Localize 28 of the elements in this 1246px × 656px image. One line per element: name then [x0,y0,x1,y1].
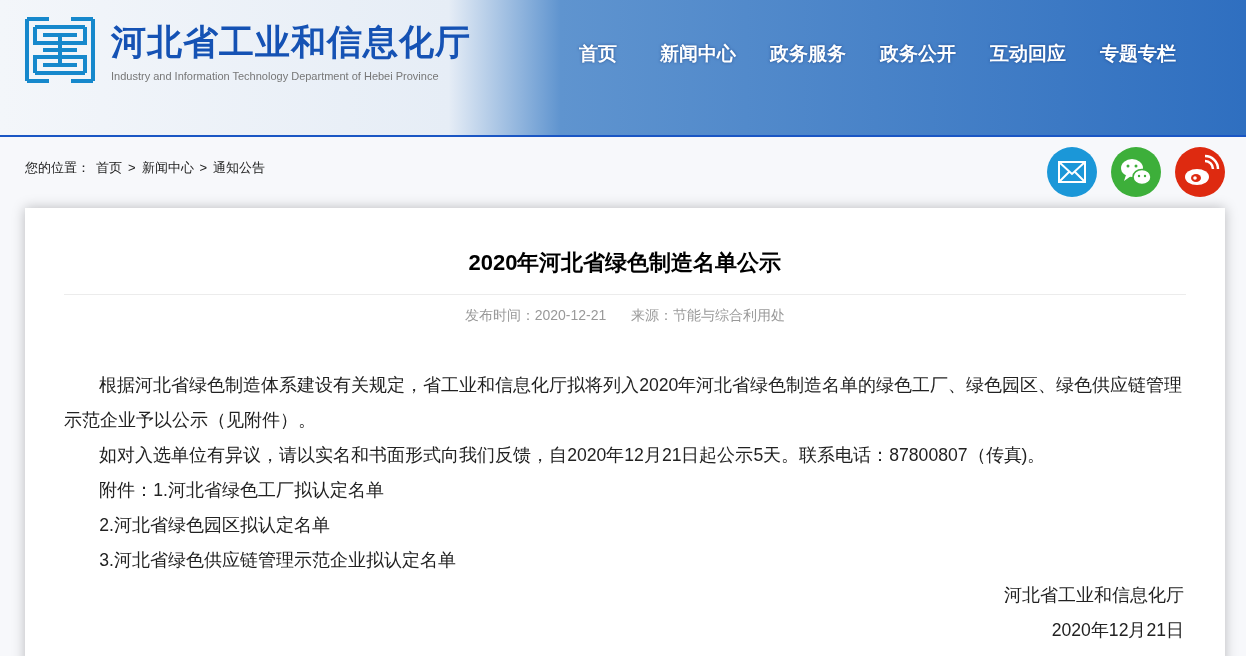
breadcrumb-link[interactable]: 新闻中心 [141,158,194,178]
nav-link[interactable]: 首页 [553,40,643,69]
article-paragraph: 3.河北省绿色供应链管理示范企业拟认定名单 [98,549,457,572]
article-source: 来源：节能与综合利用处 [631,306,786,325]
breadcrumb-link[interactable]: 首页 [96,158,122,178]
signature-line: 2020年12月21日 [1050,619,1185,642]
nav-link[interactable]: 互动回应 [973,40,1083,69]
nav-link[interactable]: 政务公开 [863,40,973,69]
article-paragraph: 2.河北省绿色园区拟认定名单 [98,514,331,537]
weibo-icon[interactable] [1175,147,1225,197]
chat-bubbles-icon[interactable] [1111,147,1161,197]
breadcrumb-link[interactable]: 通知公告 [213,158,266,178]
breadcrumb-label: 您的位置： [25,159,90,178]
signature-line: 河北省工业和信息化厅 [1003,584,1185,607]
article-paragraph: 附件：1.河北省绿色工厂拟认定名单 [98,479,385,502]
nav-link[interactable]: 专题专栏 [1083,40,1193,69]
publish-date: 发布时间：2020-12-21 [464,306,607,325]
breadcrumb-separator: > [128,159,136,178]
article-title: 2020年河北省绿色制造名单公示 [467,249,783,277]
article-paragraph: 如对入选单位有异议，请以实名和书面形式向我们反馈，自2020年12月21日起公示5天。联系电话：87800807（传真)。 [98,444,1047,467]
mail-icon[interactable] [1047,147,1097,197]
nav-link[interactable]: 政务服务 [753,40,863,69]
breadcrumb-separator: > [199,159,208,178]
nav-link[interactable]: 新闻中心 [643,40,753,69]
site-title: 河北省工业和信息化厅 [111,21,471,63]
article-paragraph: 根据河北省绿色制造体系建设有关规定，省工业和信息化厅拟将列入2020年河北省绿色制造名单的绿色工厂、绿色园区、绿色供应链管理示范企业予以公示（见附件）。 [64,374,1184,432]
logo-icon [25,17,95,83]
site-subtitle: Industry and Information Technology Department of Hebei Province [111,69,440,84]
